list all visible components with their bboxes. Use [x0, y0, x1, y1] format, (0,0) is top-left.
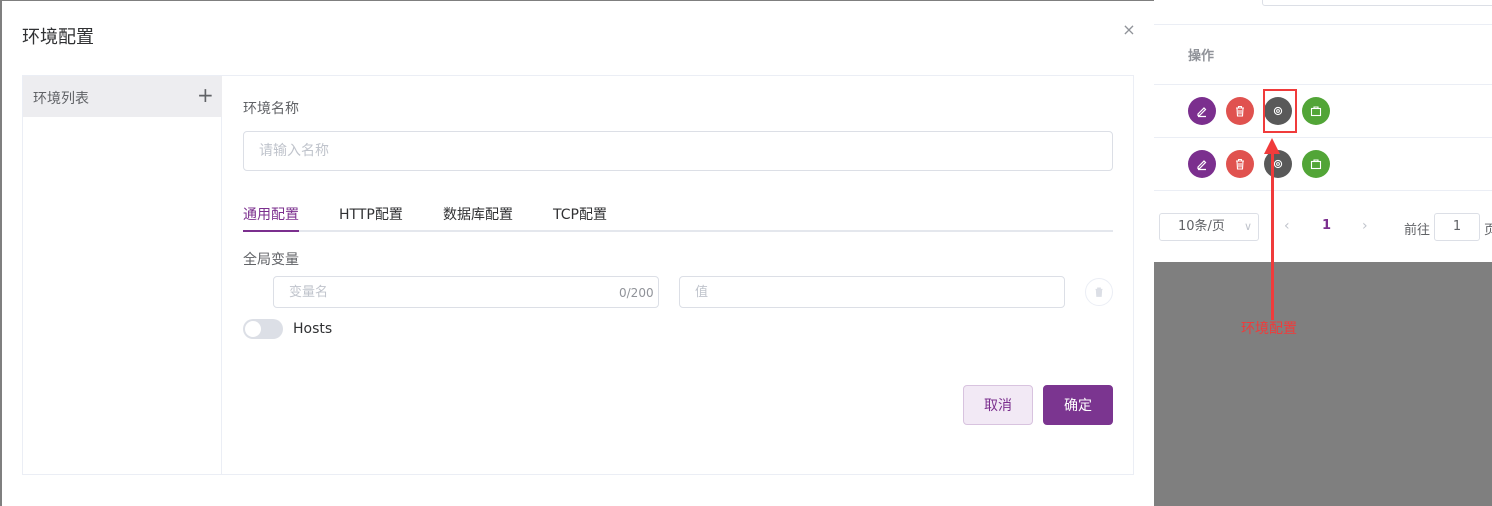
tab-database-config[interactable]: 数据库配置 — [443, 204, 513, 224]
pager-goto-label: 前往 — [1404, 223, 1431, 238]
delete-button[interactable] — [1226, 150, 1254, 178]
trash-icon — [1236, 158, 1244, 170]
env-list-header[interactable]: 环境列表 + — [23, 76, 222, 117]
page-size-select[interactable]: 10条/页 ∨ — [1159, 213, 1259, 241]
background-divider — [1154, 24, 1492, 25]
env-config-button[interactable] — [1264, 150, 1292, 178]
chevron-down-icon: ∨ — [1243, 220, 1252, 233]
close-icon[interactable]: × — [1119, 20, 1139, 40]
pager-goto-input[interactable]: 1 — [1434, 213, 1480, 241]
hosts-switch[interactable] — [243, 319, 283, 339]
page-size-value: 10条/页 — [1178, 219, 1225, 234]
pager-next-button[interactable]: › — [1362, 218, 1368, 234]
env-name-label: 环境名称 — [243, 101, 299, 117]
hosts-switch-knob — [245, 321, 261, 337]
column-header-actions: 操作 — [1188, 49, 1215, 64]
annotation-arrow-line — [1271, 150, 1274, 320]
add-env-icon[interactable]: + — [197, 84, 214, 106]
tab-tcp-config[interactable]: TCP配置 — [553, 204, 607, 224]
delete-button[interactable] — [1226, 97, 1254, 125]
trash-icon — [1095, 287, 1103, 297]
confirm-button[interactable]: 确定 — [1043, 385, 1113, 425]
trash-icon — [1236, 105, 1244, 117]
pager-current-page[interactable]: 1 — [1322, 218, 1331, 233]
delete-var-button[interactable] — [1085, 278, 1113, 306]
run-button[interactable] — [1302, 97, 1330, 125]
env-list-title: 环境列表 — [33, 91, 89, 107]
edit-button[interactable] — [1188, 150, 1216, 178]
annotation-label: 环境配置 — [1241, 321, 1297, 337]
tab-http-config[interactable]: HTTP配置 — [339, 204, 403, 224]
pager-page-suffix: 页 — [1484, 223, 1492, 238]
var-name-counter: 0/200 — [619, 286, 654, 300]
global-vars-label: 全局变量 — [243, 252, 299, 268]
annotation-highlight-box — [1263, 89, 1297, 133]
briefcase-icon — [1310, 106, 1322, 117]
hosts-label: Hosts — [293, 321, 333, 337]
pencil-icon — [1197, 160, 1207, 171]
env-list: 环境列表 + — [23, 76, 222, 474]
background-divider — [1154, 190, 1492, 191]
env-config-dialog: 环境配置 × 环境列表 + 环境名称 通用配置 HTTP配置 数据库配置 TCP… — [2, 1, 1154, 506]
env-name-input[interactable] — [243, 131, 1113, 171]
tab-general-config[interactable]: 通用配置 — [243, 204, 299, 224]
config-tabs: 通用配置 HTTP配置 数据库配置 TCP配置 — [243, 192, 1113, 232]
edit-button[interactable] — [1188, 97, 1216, 125]
var-name-input[interactable] — [273, 276, 659, 308]
briefcase-icon — [1310, 159, 1322, 170]
env-form: 环境名称 通用配置 HTTP配置 数据库配置 TCP配置 全局变量 0/200 … — [243, 76, 1113, 474]
var-value-input[interactable] — [679, 276, 1065, 308]
run-button[interactable] — [1302, 150, 1330, 178]
background-divider — [1154, 137, 1492, 138]
dialog-panel: 环境列表 + 环境名称 通用配置 HTTP配置 数据库配置 TCP配置 全局变量… — [22, 75, 1134, 475]
active-tab-indicator — [243, 230, 299, 232]
pencil-icon — [1197, 107, 1207, 118]
background-search-box — [1262, 0, 1492, 6]
background-divider — [1154, 84, 1492, 85]
cancel-button[interactable]: 取消 — [963, 385, 1033, 425]
dialog-title: 环境配置 — [22, 27, 94, 48]
pager-prev-button[interactable]: ‹ — [1284, 218, 1290, 234]
